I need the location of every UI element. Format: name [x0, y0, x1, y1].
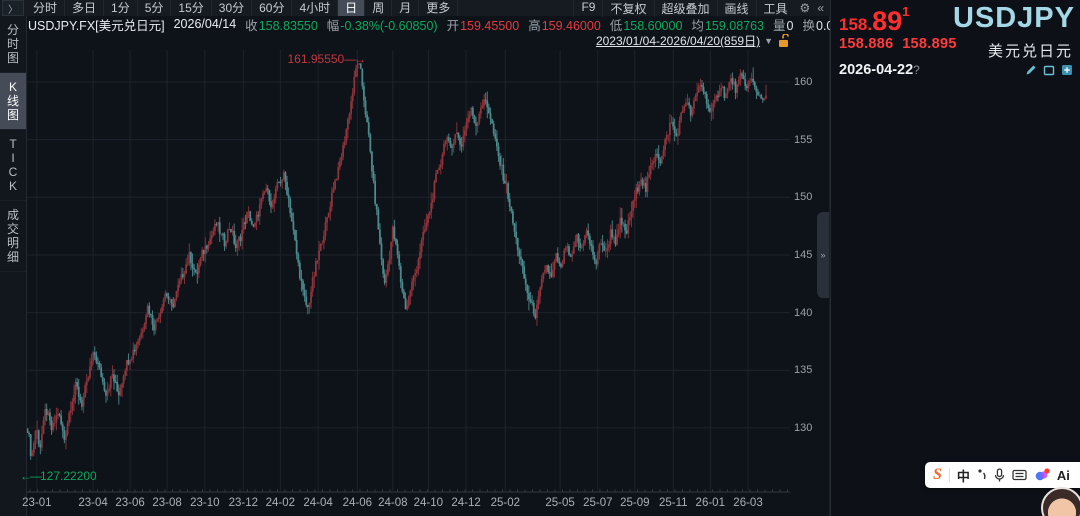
y-tick-label: 140: [794, 306, 813, 319]
quote-panel: 158.891 USDJPY 158.886 158.895 美元兑日元 202…: [830, 0, 1080, 516]
symbol-info-bar: USDJPY.FX[美元兑日元] 2026/04/14 收158.83550 幅-…: [28, 16, 933, 33]
bid-price: 158.886: [839, 36, 894, 52]
collapse-left-icon[interactable]: «: [815, 1, 830, 15]
pencil-edit-icon[interactable]: [1025, 64, 1037, 76]
frame-icon[interactable]: [1043, 64, 1055, 76]
panel-symbol-name: 美元兑日元: [987, 44, 1073, 60]
quote-field: 开159.45500: [446, 18, 520, 33]
bid-ask: 158.886 158.895: [839, 36, 957, 52]
quote-field: 量0: [773, 18, 794, 33]
x-tick-label: 23-10: [190, 497, 220, 509]
period-high-annotation: 161.95550—→: [287, 52, 367, 67]
y-tick-label: 155: [794, 133, 813, 146]
sidebar-item-K线图[interactable]: K线图: [0, 73, 26, 130]
add-plus-icon[interactable]: [1061, 64, 1073, 76]
x-tick-label: 26-03: [733, 497, 763, 509]
x-tick-label: 25-02: [490, 497, 520, 509]
ime-ai-button[interactable]: Ai: [1057, 468, 1070, 483]
y-tick-label: 160: [794, 76, 813, 88]
period-low-annotation: ←—127.22200: [20, 468, 97, 483]
ask-price: 158.895: [902, 36, 957, 52]
settings-gear-icon[interactable]: ⚙: [795, 1, 816, 15]
date-hint: ?: [913, 63, 920, 77]
sidebar-item-TICK[interactable]: TICK: [0, 130, 26, 201]
handwriting-icon[interactable]: [977, 468, 987, 482]
ime-mode-toggle[interactable]: 中: [957, 466, 970, 485]
quote-field: 低158.60000: [609, 18, 683, 33]
x-tick-label: 24-12: [451, 497, 481, 509]
x-tick-label: 25-09: [620, 497, 650, 509]
symbol-title: USDJPY.FX[美元兑日元]: [28, 18, 165, 33]
y-tick-label: 135: [794, 364, 813, 377]
quote-field: 幅-0.38%(-0.60850): [326, 18, 438, 33]
sidebar-item-成交明细[interactable]: 成交明细: [0, 201, 26, 272]
keyboard-icon[interactable]: [1012, 469, 1027, 481]
ime-toolbar: S 中 Ai: [925, 462, 1080, 488]
ime-divider: [948, 468, 950, 482]
bar-date: 2026/04/14: [173, 17, 237, 31]
unlock-icon[interactable]: [777, 33, 790, 48]
microphone-icon[interactable]: [994, 467, 1005, 483]
sogou-logo-icon[interactable]: S: [933, 466, 942, 484]
panel-date: 2026-04-22?: [839, 62, 920, 78]
panel-symbol: USDJPY: [952, 2, 1075, 34]
nav-expand-button[interactable]: 〉: [2, 0, 24, 16]
date-range-link[interactable]: 2023/01/04-2026/04/20(859日): [596, 32, 760, 49]
quote-fields: 收158.83550 幅-0.38%(-0.60850) 开159.45500 高15…: [236, 15, 909, 34]
period-tab-15分[interactable]: 15分: [171, 0, 212, 16]
last-price: 158.891: [839, 4, 910, 36]
x-tick-label: 23-01: [22, 497, 52, 509]
panel-collapse-handle[interactable]: »: [817, 212, 829, 298]
range-dropdown-icon[interactable]: ▼: [764, 36, 773, 46]
quote-field: 收158.83550: [245, 18, 318, 33]
x-tick-label: 24-04: [303, 497, 333, 509]
skin-palette-icon[interactable]: [1034, 468, 1050, 482]
panel-tool-icons: [1025, 64, 1073, 76]
y-tick-label: 130: [794, 421, 813, 434]
y-tick-label: 150: [794, 191, 813, 204]
low-arrow-icon: ←—: [20, 468, 42, 483]
range-bar: 2023/01/04-2026/04/20(859日) ▼: [540, 33, 790, 48]
app-window: 〉 分时 多日 1分 5分 15分 30分 60分 4小时日周月更多 F9 不复权 超级叠加 画线工…: [0, 0, 1080, 516]
quote-field: 均159.08763: [691, 18, 765, 33]
quote-field: 高159.46000: [528, 18, 601, 33]
high-arrow-icon: —→: [344, 52, 366, 67]
view-sidebar: 分时图K线图TICK成交明细: [0, 16, 27, 516]
sidebar-item-分时图[interactable]: 分时图: [0, 16, 26, 73]
candlestick-chart[interactable]: [0, 0, 830, 516]
